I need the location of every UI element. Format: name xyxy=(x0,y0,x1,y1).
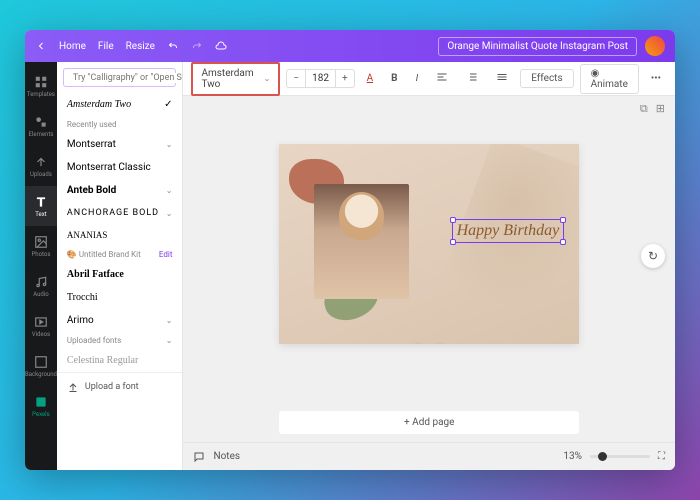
font-item[interactable]: Anteb Bold⌄ xyxy=(57,179,183,202)
search-input[interactable] xyxy=(73,73,184,83)
check-icon: ✓ xyxy=(164,99,172,110)
rail-elements[interactable]: Elements xyxy=(25,106,57,146)
font-size-stepper[interactable]: −182+ xyxy=(286,69,354,88)
brand-head: 🎨 Untitled Brand KitEdit xyxy=(57,246,183,263)
increase-button[interactable]: + xyxy=(335,70,354,87)
canvas[interactable]: Happy Birthday ↻ + xyxy=(279,144,579,344)
text-color-button[interactable]: A xyxy=(361,70,380,87)
rail-uploads[interactable]: Uploads xyxy=(25,146,57,186)
italic-button[interactable]: I xyxy=(410,70,425,87)
font-search[interactable] xyxy=(63,68,177,87)
fullscreen-icon[interactable]: ⛶ xyxy=(658,451,665,462)
align-button[interactable] xyxy=(430,68,454,89)
bottom-bar: Notes 13% ⛶ xyxy=(183,442,675,470)
font-item[interactable]: Abril Fatface xyxy=(57,263,183,286)
zoom-slider[interactable] xyxy=(590,455,650,458)
rail-audio[interactable]: Audio xyxy=(25,266,57,306)
back-icon[interactable] xyxy=(35,40,47,52)
font-current[interactable]: Amsterdam Two✓ xyxy=(57,93,183,116)
font-dropdown[interactable]: Amsterdam Two⌄ xyxy=(191,62,280,96)
document-title[interactable]: Orange Minimalist Quote Instagram Post xyxy=(438,37,637,56)
font-item[interactable]: Celestina Regular xyxy=(57,349,183,372)
font-item[interactable]: Trocchi xyxy=(57,286,183,309)
font-item[interactable]: ANCHORAGE BOLD⌄ xyxy=(57,202,183,224)
side-rail: Templates Elements Uploads Text Photos A… xyxy=(25,62,57,470)
file-menu[interactable]: File xyxy=(98,41,114,52)
main-body: Templates Elements Uploads Text Photos A… xyxy=(25,62,675,470)
undo-icon[interactable] xyxy=(167,40,179,52)
editor-area: Amsterdam Two⌄ −182+ A B I Effects ◉ Ani… xyxy=(183,62,675,470)
recent-head: Recently used xyxy=(57,116,183,133)
list-button[interactable] xyxy=(460,68,484,89)
redo-icon[interactable] xyxy=(191,40,203,52)
chevron-down-icon: ⌄ xyxy=(166,186,173,195)
more-button[interactable]: ••• xyxy=(645,70,667,87)
rail-templates[interactable]: Templates xyxy=(25,66,57,106)
font-item[interactable]: Arimo⌄ xyxy=(57,309,183,332)
animate-button[interactable]: ◉ Animate xyxy=(580,64,639,94)
decrease-button[interactable]: − xyxy=(287,70,306,87)
edit-link[interactable]: Edit xyxy=(159,250,173,259)
add-page-button[interactable]: + Add page xyxy=(279,411,579,434)
zoom-label: 13% xyxy=(563,451,582,462)
resize-menu[interactable]: Resize xyxy=(126,41,155,52)
upload-font-button[interactable]: Upload a font xyxy=(57,372,183,401)
top-bar: Home File Resize Orange Minimalist Quote… xyxy=(25,30,675,62)
rail-photos[interactable]: Photos xyxy=(25,226,57,266)
refresh-canvas-button[interactable]: ↻ xyxy=(641,244,665,268)
chevron-down-icon: ⌄ xyxy=(166,140,173,149)
rail-background[interactable]: Background xyxy=(25,346,57,386)
text-toolbar: Amsterdam Two⌄ −182+ A B I Effects ◉ Ani… xyxy=(183,62,675,96)
selected-text-box[interactable]: Happy Birthday xyxy=(452,219,565,243)
upload-icon xyxy=(67,381,79,393)
font-item[interactable]: Montserrat⌄ xyxy=(57,133,183,156)
notes-button[interactable]: Notes xyxy=(213,451,240,462)
effects-button[interactable]: Effects xyxy=(520,69,573,88)
font-item[interactable]: Montserrat Classic xyxy=(57,156,183,179)
chevron-down-icon: ⌄ xyxy=(264,74,271,83)
app-window: Home File Resize Orange Minimalist Quote… xyxy=(25,30,675,470)
rail-text[interactable]: Text xyxy=(25,186,57,226)
rail-pexels[interactable]: Pexels xyxy=(25,386,57,426)
chevron-down-icon: ⌄ xyxy=(166,209,173,218)
notes-icon xyxy=(193,451,205,463)
rail-videos[interactable]: Videos xyxy=(25,306,57,346)
font-item[interactable]: ANANIAS xyxy=(57,224,183,246)
chevron-down-icon: ⌄ xyxy=(166,336,173,345)
spacing-button[interactable] xyxy=(490,68,514,89)
photo-placeholder[interactable] xyxy=(314,184,409,299)
avatar[interactable] xyxy=(645,36,665,56)
chevron-down-icon: ⌄ xyxy=(166,316,173,325)
home-link[interactable]: Home xyxy=(59,41,86,52)
font-panel: Amsterdam Two✓ Recently used Montserrat⌄… xyxy=(57,62,184,470)
palette-icon: 🎨 xyxy=(67,250,79,259)
cloud-sync-icon[interactable] xyxy=(215,40,227,52)
uploaded-head: Uploaded fonts⌄ xyxy=(57,332,183,349)
bold-button[interactable]: B xyxy=(385,70,403,87)
canvas-area: ⧉ ⊞ Happy Birthday ↻ xyxy=(183,96,675,470)
